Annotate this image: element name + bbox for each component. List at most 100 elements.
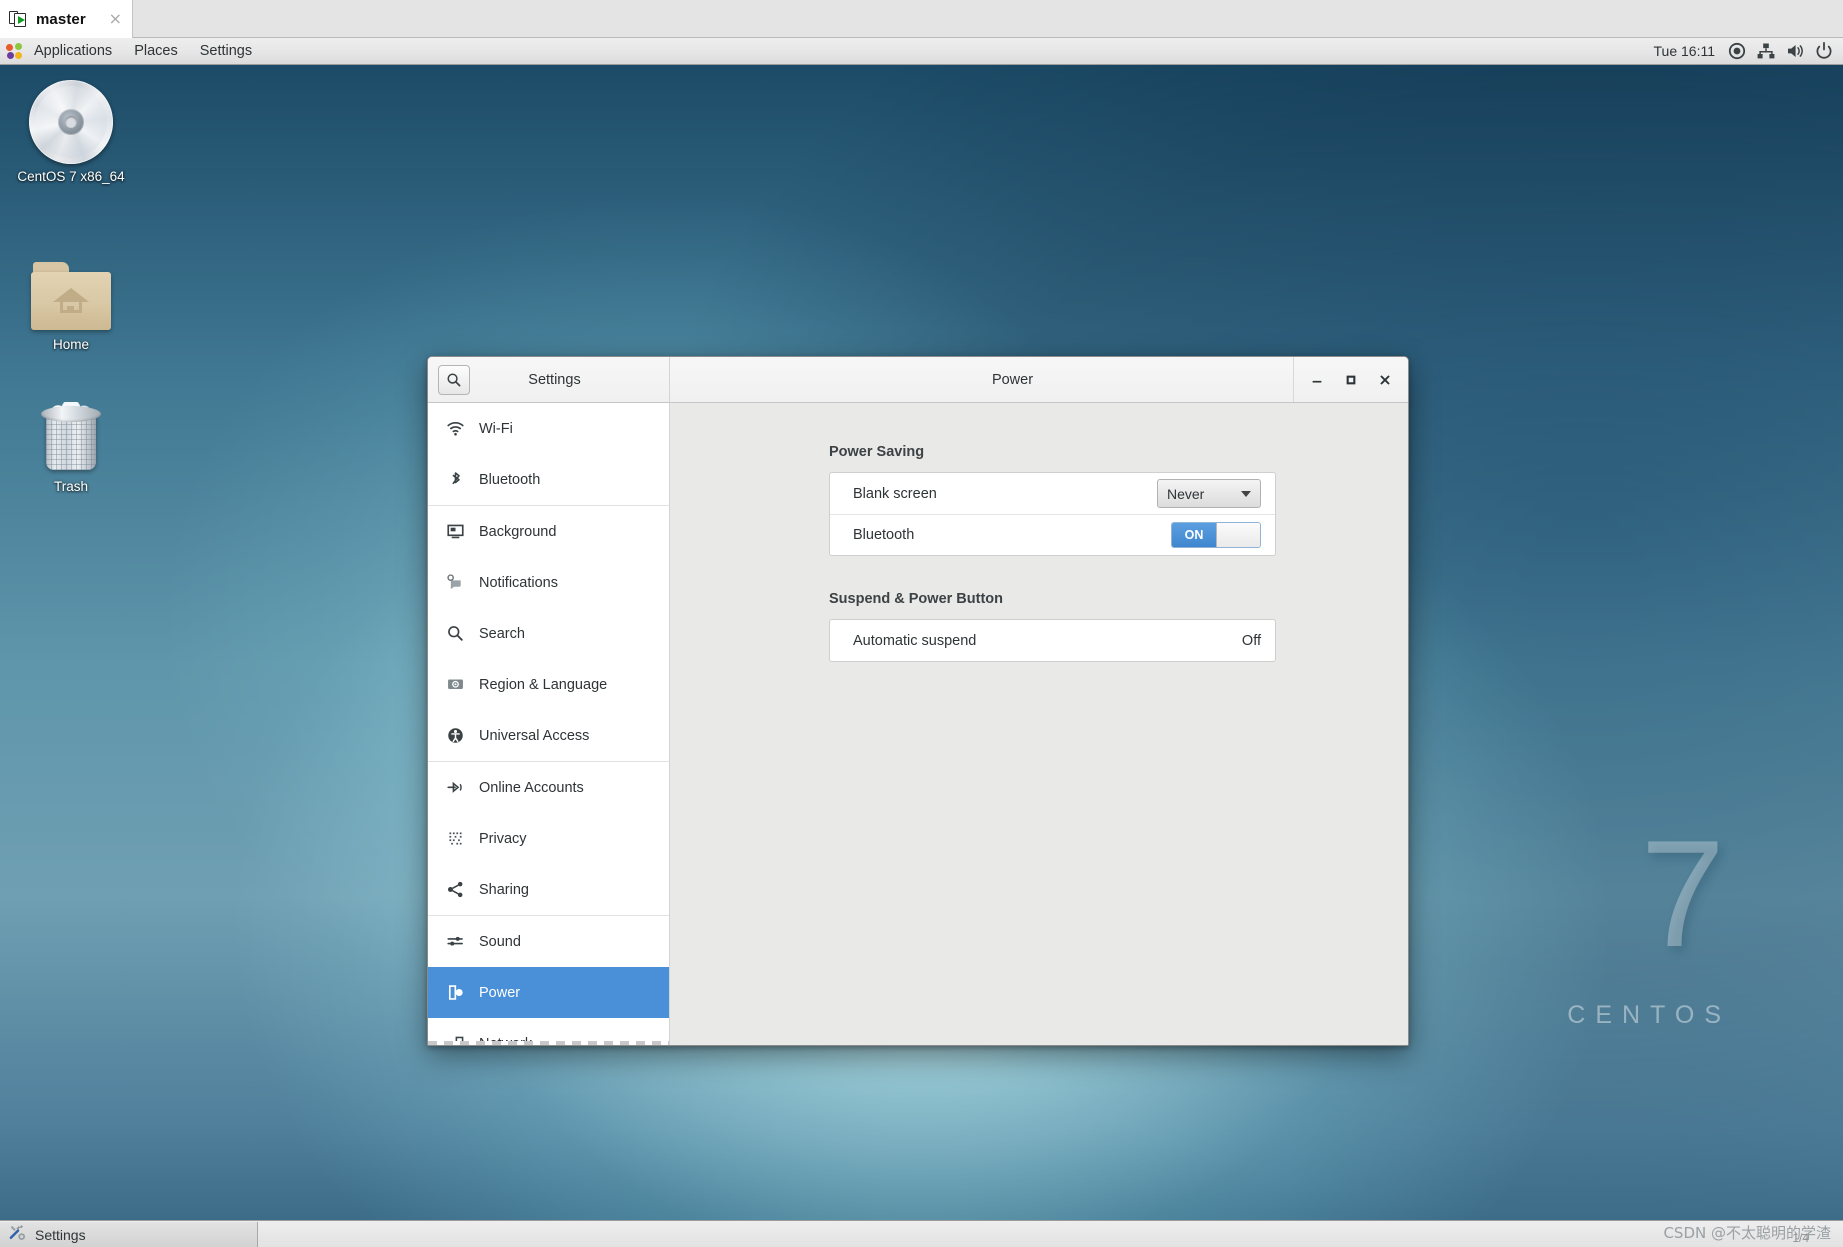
section-title-power-saving: Power Saving xyxy=(829,444,925,460)
maximize-icon xyxy=(1346,375,1356,384)
toggle-on-label: ON xyxy=(1172,523,1216,547)
suspend-power-frame: Automatic suspend Off xyxy=(829,619,1276,662)
desktop-icon-label: Home xyxy=(52,337,89,352)
background-monitor-icon xyxy=(444,521,466,543)
sidebar-item-universal-access[interactable]: Universal Access xyxy=(428,710,669,761)
search-icon xyxy=(447,372,461,386)
wifi-icon xyxy=(444,418,466,440)
tools-settings-icon xyxy=(9,1224,26,1246)
close-icon[interactable]: × xyxy=(109,11,122,27)
taskbar-button-settings[interactable]: Settings xyxy=(0,1222,258,1247)
wallpaper-number: 7 xyxy=(1640,809,1725,979)
sidebar-item-label: Universal Access xyxy=(479,727,590,744)
sidebar-item-power[interactable]: Power xyxy=(428,967,669,1018)
window-titlebar[interactable]: Settings Power xyxy=(428,357,1408,403)
sidebar-item-label: Wi-Fi xyxy=(479,420,513,437)
sidebar-item-region-language[interactable]: Region & Language xyxy=(428,659,669,710)
desktop-icon-label: CentOS 7 x86_64 xyxy=(17,169,125,184)
row-label: Bluetooth xyxy=(853,527,915,543)
clock[interactable]: Tue 16:11 xyxy=(1654,43,1728,59)
sidebar-item-label: Privacy xyxy=(479,830,527,847)
row-automatic-suspend[interactable]: Automatic suspend Off xyxy=(830,620,1275,661)
applications-icon xyxy=(6,42,23,60)
desktop-icon-centos-media[interactable]: CentOS 7 x86_64 xyxy=(12,80,130,184)
search-button[interactable] xyxy=(438,364,470,395)
notifications-icon xyxy=(444,572,466,594)
close-icon xyxy=(1380,375,1390,384)
sidebar-item-label: Sharing xyxy=(479,881,529,898)
desktop-icon-home[interactable]: Home xyxy=(12,262,130,352)
sidebar-item-notifications[interactable]: Notifications xyxy=(428,557,669,608)
sidebar-header-title: Settings xyxy=(528,371,581,388)
online-accounts-icon xyxy=(444,777,466,799)
sidebar-item-label: Search xyxy=(479,625,525,642)
settings-window: Settings Power Wi-Fi Bluetooth Backgroun… xyxy=(427,356,1409,1046)
row-label: Blank screen xyxy=(853,485,937,502)
gnome-top-panel: Applications Places Settings Tue 16:11 xyxy=(0,38,1843,65)
vm-tab-label: master xyxy=(36,10,86,28)
close-button[interactable] xyxy=(1368,358,1402,402)
sidebar-item-sound[interactable]: Sound xyxy=(428,916,669,967)
blank-screen-dropdown[interactable]: Never xyxy=(1157,479,1261,508)
power-saving-frame: Blank screen Never Bluetooth ON xyxy=(829,472,1276,556)
sidebar-item-label: Background xyxy=(479,523,557,540)
row-label: Automatic suspend xyxy=(853,632,977,649)
menu-places[interactable]: Places xyxy=(123,38,189,65)
power-icon[interactable] xyxy=(1814,41,1834,61)
accessibility-record-icon[interactable] xyxy=(1727,41,1747,61)
power-settings-panel: Power Saving Blank screen Never Bluetoot… xyxy=(670,403,1408,1045)
volume-icon[interactable] xyxy=(1785,41,1805,61)
sidebar-item-privacy[interactable]: Privacy xyxy=(428,813,669,864)
power-plug-icon xyxy=(444,982,466,1004)
desktop-icon-label: Trash xyxy=(53,479,88,494)
region-language-icon xyxy=(444,674,466,696)
window-list-taskbar: Settings xyxy=(0,1220,1843,1247)
sharing-icon xyxy=(444,879,466,901)
network-wired-icon[interactable] xyxy=(1756,41,1776,61)
toggle-knob xyxy=(1216,523,1260,547)
sidebar-scroll-indicator[interactable] xyxy=(428,1041,669,1045)
vm-tab-master[interactable]: master × xyxy=(0,0,133,38)
sidebar-item-background[interactable]: Background xyxy=(428,506,669,557)
titlebar-right: Power xyxy=(670,357,1408,402)
home-folder-icon xyxy=(29,262,113,332)
row-bluetooth[interactable]: Bluetooth ON xyxy=(830,514,1275,555)
minimize-icon xyxy=(1312,380,1322,383)
sidebar-item-label: Online Accounts xyxy=(479,779,584,796)
settings-sidebar: Wi-Fi Bluetooth Background Notifications… xyxy=(428,403,670,1045)
chevron-down-icon xyxy=(1241,490,1251,497)
dropdown-value: Never xyxy=(1167,485,1205,502)
window-body: Wi-Fi Bluetooth Background Notifications… xyxy=(428,403,1408,1045)
desktop: 7 CENTOS CentOS 7 x86_64 Home Trash Sett… xyxy=(0,65,1843,1220)
sidebar-item-search[interactable]: Search xyxy=(428,608,669,659)
sidebar-item-sharing[interactable]: Sharing xyxy=(428,864,669,915)
minimize-button[interactable] xyxy=(1300,358,1334,402)
sidebar-item-label: Sound xyxy=(479,933,521,950)
titlebar-left: Settings xyxy=(428,357,670,402)
sidebar-item-label: Power xyxy=(479,984,521,1001)
trash-can-icon xyxy=(29,398,113,474)
page-indicator: 1/4 xyxy=(1792,1231,1809,1245)
section-title-suspend-power-button: Suspend & Power Button xyxy=(829,591,1003,607)
page-title: Power xyxy=(991,371,1034,388)
taskbar-button-label: Settings xyxy=(35,1227,86,1243)
sidebar-item-label: Region & Language xyxy=(479,676,608,693)
sidebar-item-label: Bluetooth xyxy=(479,471,541,488)
vm-window-play-icon xyxy=(9,9,29,29)
vm-tab-strip: master × xyxy=(0,0,1843,38)
maximize-button[interactable] xyxy=(1334,358,1368,402)
sidebar-item-label: Notifications xyxy=(479,574,558,591)
menu-applications[interactable]: Applications xyxy=(23,38,123,65)
menu-settings[interactable]: Settings xyxy=(189,38,263,65)
automatic-suspend-value: Off xyxy=(1241,632,1261,649)
sidebar-item-bluetooth[interactable]: Bluetooth xyxy=(428,454,669,505)
desktop-icon-trash[interactable]: Trash xyxy=(12,398,130,494)
wallpaper-word: CENTOS xyxy=(1567,1001,1731,1029)
sound-sliders-icon xyxy=(444,931,466,953)
row-blank-screen[interactable]: Blank screen Never xyxy=(830,473,1275,514)
bluetooth-toggle[interactable]: ON xyxy=(1171,522,1261,548)
universal-access-icon xyxy=(444,725,466,747)
sidebar-item-wi-fi[interactable]: Wi-Fi xyxy=(428,403,669,454)
sidebar-item-online-accounts[interactable]: Online Accounts xyxy=(428,762,669,813)
